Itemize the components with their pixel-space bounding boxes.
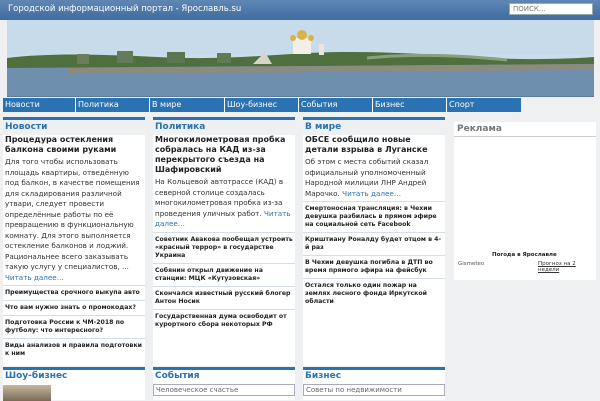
weather-title[interactable]: Погода в Ярославле	[492, 252, 557, 258]
nav-item-showbiz[interactable]: Шоу-бизнес	[225, 98, 299, 112]
site-title[interactable]: Городской информационный портал - Яросла…	[8, 4, 241, 14]
list-item[interactable]: Советник Авакова пообещал устроить «крас…	[153, 231, 295, 263]
showbiz-heading[interactable]: Шоу-бизнес	[3, 367, 145, 383]
gismeteo-link[interactable]: Gismeteo	[458, 261, 484, 267]
nav-item-world[interactable]: В мире	[150, 98, 225, 112]
list-item[interactable]: Виды анализов и правила подготовки к ним	[3, 338, 145, 361]
showbiz-section: Шоу-бизнес	[3, 367, 145, 401]
business-field[interactable]: Советы по недвижимости	[303, 384, 445, 396]
politics-lead-text: На Кольцевой автотрассе (КАД) в северной…	[155, 177, 291, 228]
world-lead-text: Об этом с места событий сказал официальн…	[305, 157, 429, 198]
nav-item-sport[interactable]: Спорт	[447, 98, 521, 112]
news-lead-title[interactable]: Процедура остекления балкона своими рука…	[3, 135, 145, 155]
list-item[interactable]: Криштиану Роналду будет отцом в 4-й раз	[303, 232, 445, 255]
world-more-link[interactable]: Читать далее…	[342, 189, 401, 198]
search-input[interactable]	[509, 3, 593, 15]
main-navigation: Новости Политика В мире Шоу-бизнес Событ…	[3, 98, 521, 112]
nav-item-business[interactable]: Бизнес	[373, 98, 447, 112]
list-item[interactable]: Смертоносная трансляция: в Чехии девушка…	[303, 201, 445, 232]
news-box: Процедура остекления балкона своими рука…	[3, 135, 145, 366]
news-column: Новости Процедура остекления балкона сво…	[3, 117, 145, 366]
world-heading[interactable]: В мире	[303, 117, 445, 135]
showbiz-thumbnail[interactable]	[3, 385, 51, 401]
news-more-link[interactable]: Читать далее…	[5, 273, 64, 282]
nav-item-events[interactable]: События	[299, 98, 373, 112]
politics-lead-title[interactable]: Многокилометровая пробка собралась на КА…	[153, 135, 295, 175]
list-item[interactable]: Скончался известный русский блогер Антон…	[153, 285, 295, 309]
world-column: В мире ОБСЕ сообщило новые детали взрыва…	[303, 117, 445, 366]
top-bar: Городской информационный портал - Яросла…	[0, 0, 600, 20]
forecast-link[interactable]: Прогноз на 2 недели	[538, 261, 596, 273]
business-section: Бизнес Советы по недвижимости	[303, 367, 445, 400]
list-item[interactable]: Преимущества срочного выкупа авто	[3, 285, 145, 300]
events-heading[interactable]: События	[153, 367, 295, 383]
list-item[interactable]: В Чехии девушка погибла в ДТП во время п…	[303, 255, 445, 278]
news-heading[interactable]: Новости	[3, 117, 145, 135]
list-item[interactable]: Что вам нужно знать о промокодах?	[3, 300, 145, 315]
ad-heading: Реклама	[454, 122, 596, 137]
politics-box: Многокилометровая пробка собралась на КА…	[153, 135, 295, 366]
list-item[interactable]: Подготовка России к ЧМ-2018 по футболу: …	[3, 315, 145, 338]
politics-column: Политика Многокилометровая пробка собрал…	[153, 117, 295, 366]
business-heading[interactable]: Бизнес	[303, 367, 445, 383]
weather-widget: Погода в Ярославле Gismeteo Прогноз на 2…	[454, 249, 596, 273]
list-item[interactable]: Собянин открыл движение на станции: МЦК …	[153, 262, 295, 286]
list-item[interactable]: Остался только один пожар на землях лесн…	[303, 278, 445, 309]
nav-item-news[interactable]: Новости	[3, 98, 76, 112]
events-field[interactable]: Человеческое счастье	[153, 384, 295, 396]
header-banner	[7, 20, 594, 97]
world-box: ОБСЕ сообщило новые детали взрыва в Луга…	[303, 135, 445, 366]
politics-heading[interactable]: Политика	[153, 117, 295, 135]
list-item[interactable]: Государственная дума освободит от курорт…	[153, 308, 295, 332]
news-lead-text: Для того чтобы использовать площадь квар…	[5, 157, 140, 282]
world-lead-title[interactable]: ОБСЕ сообщило новые детали взрыва в Луга…	[303, 135, 445, 155]
nav-item-politics[interactable]: Политика	[76, 98, 150, 112]
events-section: События Человеческое счастье	[153, 367, 295, 400]
